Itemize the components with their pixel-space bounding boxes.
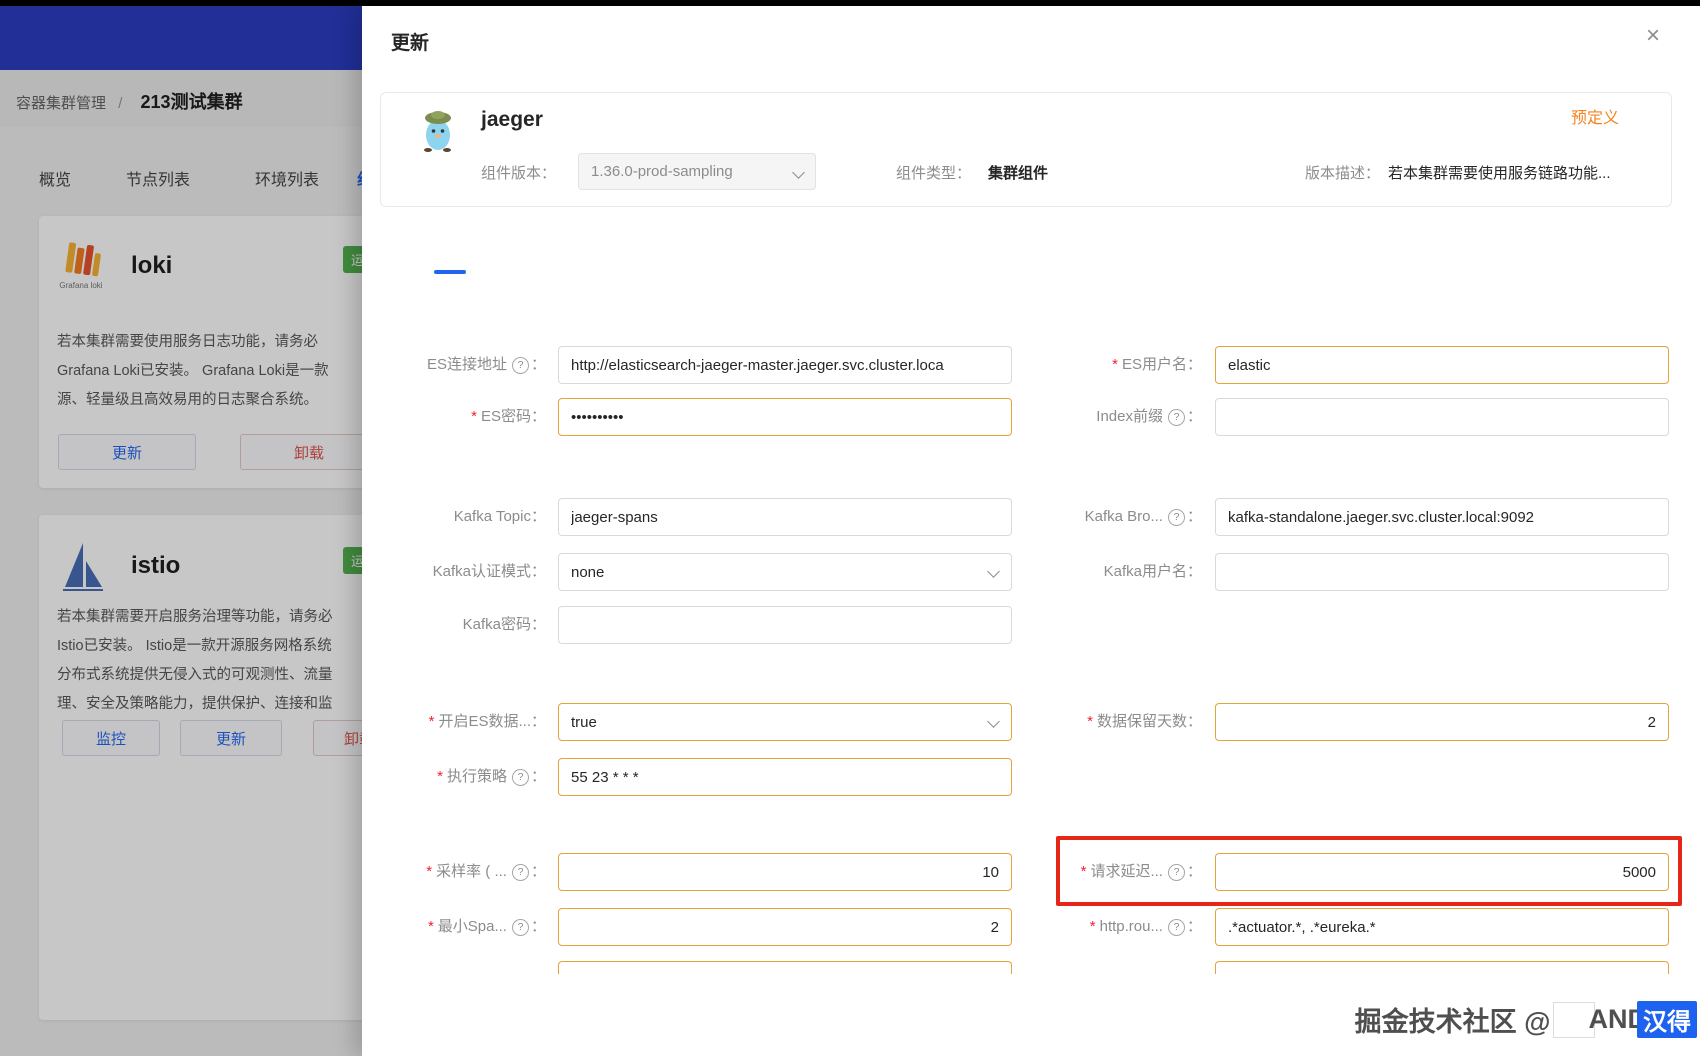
- kafka-user-label: Kafka用户名：: [1103, 563, 1202, 580]
- form-row: * 执行策略?：: [0, 758, 1700, 796]
- help-icon[interactable]: ?: [511, 357, 529, 374]
- help-icon[interactable]: ?: [1167, 509, 1185, 526]
- help-icon[interactable]: ?: [511, 864, 529, 881]
- cron-input[interactable]: [558, 758, 1012, 796]
- es-clean-label: * 开启ES数据...：: [428, 713, 546, 730]
- kafka-topic-input[interactable]: [558, 498, 1012, 536]
- es-password-label: * ES密码：: [471, 408, 546, 425]
- help-icon[interactable]: ?: [1167, 919, 1185, 936]
- screen: 工作台 主机应用 × 容器应用 × 容器集群管理 / 213测试集群 概览 节点…: [0, 0, 1700, 1056]
- component-name: jaeger: [481, 108, 543, 131]
- predefined-badge: 预定义: [1571, 110, 1620, 127]
- watermark-text: 掘金技术社区 @: [1354, 1007, 1551, 1037]
- kafka-password-label: Kafka密码：: [462, 616, 546, 633]
- form-row: * 开启ES数据...： true * 数据保留天数：: [0, 703, 1700, 741]
- min-span-label: * 最小Spa...?：: [427, 918, 546, 936]
- kafka-password-input[interactable]: [558, 606, 1012, 644]
- es-password-input[interactable]: [558, 398, 1012, 436]
- sample-rate-input[interactable]: [558, 853, 1012, 891]
- version-select[interactable]: 1.36.0-prod-sampling: [578, 153, 816, 190]
- retention-days-input[interactable]: [1215, 703, 1669, 741]
- sample-rate-label: * 采样率 ( ...?：: [426, 863, 546, 881]
- form-row: Kafka认证模式： none Kafka用户名：: [0, 553, 1700, 591]
- http-route-label: * http.rou...?：: [1089, 918, 1202, 936]
- version-select-value: 1.36.0-prod-sampling: [591, 163, 733, 180]
- kafka-auth-value: none: [571, 563, 605, 581]
- cron-label: * 执行策略?：: [437, 768, 546, 786]
- es-clean-value: true: [571, 713, 597, 731]
- form-row: Kafka Topic： Kafka Bro...?：: [0, 498, 1700, 536]
- kafka-auth-select[interactable]: none: [558, 553, 1012, 591]
- form-row: *ES密码： Index前缀?：: [0, 398, 1700, 436]
- min-span-input[interactable]: [558, 908, 1012, 946]
- form-row: ES连接地址?： *ES用户名：: [0, 346, 1700, 384]
- index-prefix-input[interactable]: [1215, 398, 1669, 436]
- es-user-input[interactable]: [1215, 346, 1669, 384]
- active-tab-indicator: [434, 270, 466, 274]
- chevron-down-icon: [792, 166, 805, 179]
- kafka-auth-label: Kafka认证模式：: [432, 563, 546, 580]
- kafka-broker-input[interactable]: [1215, 498, 1669, 536]
- form-row: Kafka密码：: [0, 606, 1700, 644]
- close-icon[interactable]: ×: [1646, 24, 1660, 48]
- kafka-user-input[interactable]: [1215, 553, 1669, 591]
- modal-title: 更新: [391, 33, 430, 54]
- component-type-value: 集群组件: [988, 165, 1049, 182]
- version-desc-label: 版本描述：: [1305, 165, 1381, 182]
- clipped-input-stub: [1215, 961, 1669, 974]
- retention-days-label: * 数据保留天数：: [1087, 713, 1202, 730]
- component-info-card: [380, 92, 1672, 207]
- es-user-label: * ES用户名：: [1112, 356, 1202, 373]
- es-url-input[interactable]: [558, 346, 1012, 384]
- jaeger-logo-icon: [424, 111, 451, 152]
- kafka-broker-label: Kafka Bro...?：: [1084, 508, 1202, 526]
- help-icon[interactable]: ?: [511, 919, 529, 936]
- http-route-input[interactable]: [1215, 908, 1669, 946]
- clipped-input-stub: [558, 961, 1012, 974]
- form-row: *最小Spa...?： *http.rou...?：: [0, 908, 1700, 946]
- index-prefix-label: Index前缀?：: [1096, 408, 1202, 426]
- es-clean-select[interactable]: true: [558, 703, 1012, 741]
- watermark-badge: 汉得: [1637, 1001, 1697, 1038]
- highlight-annotation-box: [1056, 836, 1682, 906]
- es-url-label: ES连接地址?：: [426, 356, 546, 374]
- kafka-topic-label: Kafka Topic：: [453, 508, 546, 525]
- version-label: 组件版本：: [481, 165, 557, 182]
- help-icon[interactable]: ?: [511, 769, 529, 786]
- top-black-strip: [0, 0, 1700, 6]
- watermark: 掘金技术社区 @ AND 汉得: [0, 1000, 1697, 1039]
- component-type-label: 组件类型：: [896, 165, 972, 182]
- help-icon[interactable]: ?: [1167, 409, 1185, 426]
- version-desc-value: 若本集群需要使用服务链路功能...: [1388, 165, 1611, 182]
